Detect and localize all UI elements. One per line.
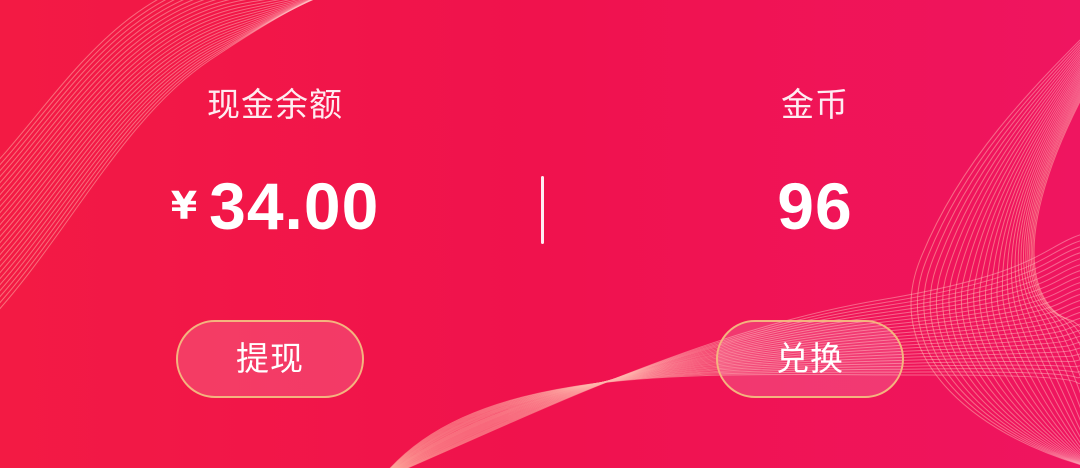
- wave-line: [1020, 85, 1080, 421]
- yen-icon: ¥: [170, 184, 198, 228]
- wave-line: [1032, 98, 1080, 336]
- wave-line: [1014, 81, 1080, 438]
- coins-label: 金币: [781, 85, 849, 124]
- exchange-button[interactable]: 兑换: [716, 320, 904, 398]
- cash-balance-amount: ¥34.00: [80, 168, 470, 244]
- cash-balance-section: 现金余额 ¥34.00 提现: [80, 0, 470, 468]
- coins-amount: 96: [620, 168, 1010, 244]
- coins-section: 金币 96 兑换: [620, 0, 1010, 468]
- wave-line: [1033, 100, 1080, 328]
- wave-line: [1030, 96, 1080, 347]
- balance-card: 现金余额 ¥34.00 提现 金币 96 兑换: [0, 0, 1080, 468]
- cash-balance-value: 34.00: [209, 169, 380, 243]
- wave-line: [1017, 83, 1080, 431]
- divider: [541, 176, 544, 244]
- withdraw-button[interactable]: 提现: [176, 320, 364, 398]
- coins-value: 96: [777, 169, 853, 243]
- wave-line: [1025, 89, 1080, 394]
- wave-line: [1010, 78, 1080, 444]
- cash-balance-label: 现金余额: [207, 85, 343, 124]
- wave-line: [1001, 74, 1080, 451]
- wave-line: [1023, 87, 1080, 409]
- wave-line: [1006, 76, 1080, 448]
- wave-line: [1029, 94, 1080, 361]
- wave-line: [1027, 92, 1080, 378]
